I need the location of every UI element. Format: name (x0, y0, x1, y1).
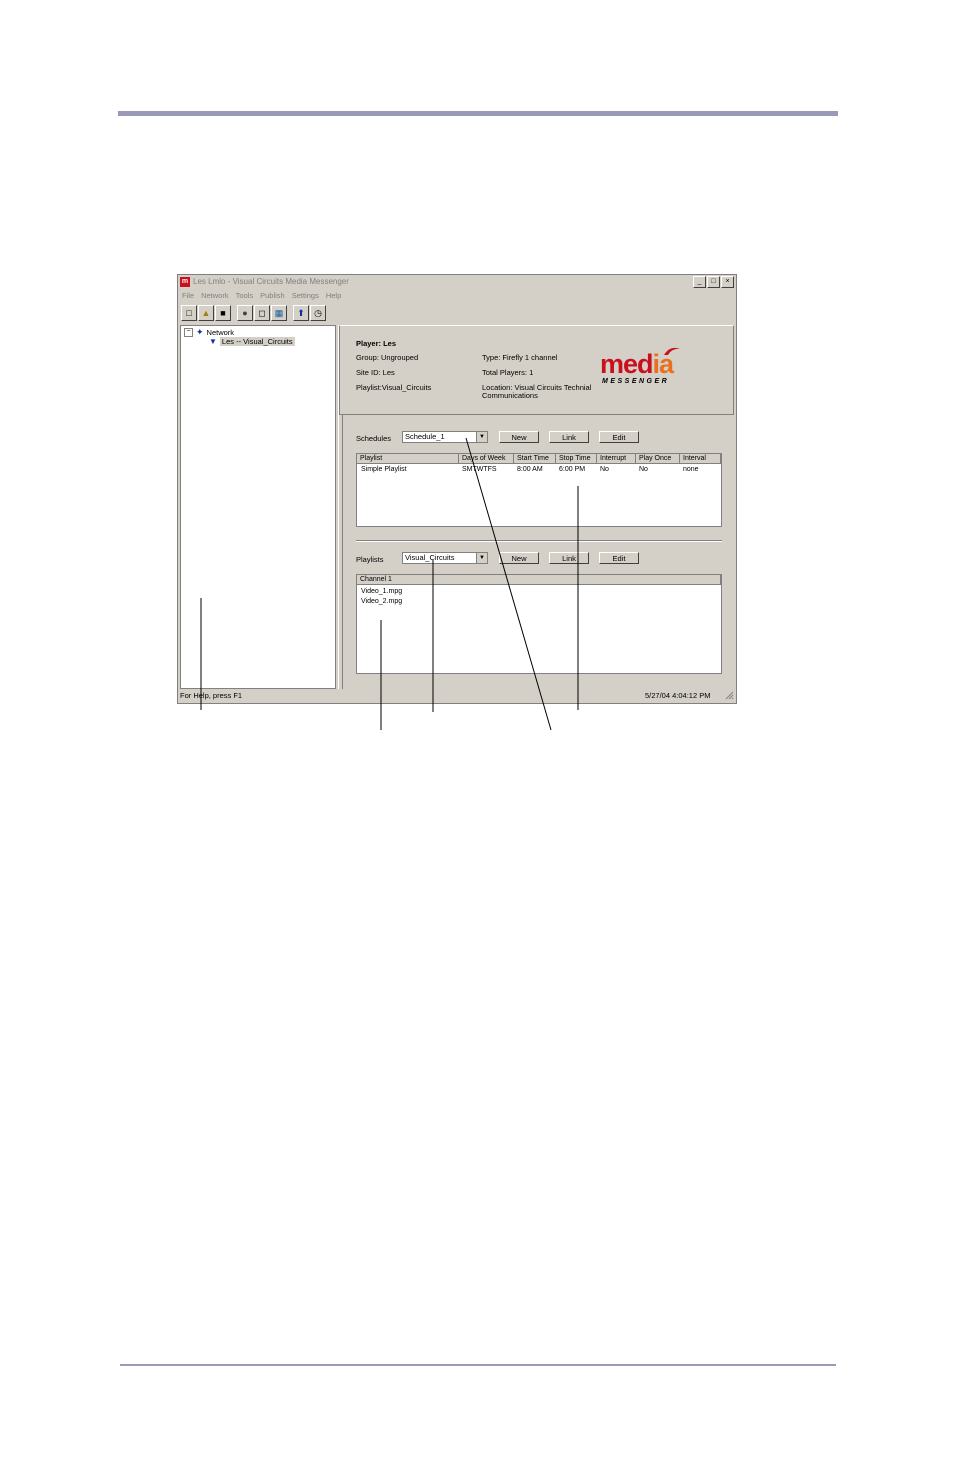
footer-rule (120, 1364, 836, 1366)
maximize-button[interactable]: □ (707, 276, 720, 288)
callout-lines (200, 437, 579, 731)
menu-publish[interactable]: Publish (260, 290, 285, 302)
cell-interval: none (683, 466, 699, 473)
header-rule (118, 111, 838, 116)
col-stop[interactable]: Stop Time (556, 454, 597, 464)
player-name: Player: Les (356, 339, 397, 348)
playlist-select[interactable]: Visual_Circuits ▼ (402, 552, 488, 564)
status-datetime: 5/27/04 4:04:12 PM (645, 691, 711, 700)
schedules-label: Schedules (356, 434, 392, 443)
app-window: m Les Lmlo - Visual Circuits Media Messe… (177, 274, 737, 704)
col-days[interactable]: Days of Week (459, 454, 514, 464)
schedule-select[interactable]: Schedule_1 ▼ (402, 431, 488, 443)
tree-node-player[interactable]: ▼ Les -- Visual_Circuits (209, 337, 295, 346)
player-icon: ▼ (209, 337, 217, 346)
playlist-edit-button[interactable]: Edit (599, 552, 639, 564)
list-item[interactable]: Video_1.mpg (361, 588, 402, 595)
col-playlist[interactable]: Playlist (357, 454, 459, 464)
section-divider (356, 540, 722, 542)
col-interrupt[interactable]: Interrupt (597, 454, 636, 464)
menu-settings[interactable]: Settings (292, 290, 319, 302)
schedule-edit-button[interactable]: Edit (599, 431, 639, 443)
schedule-link-button[interactable]: Link (549, 431, 589, 443)
save-icon[interactable]: ■ (215, 305, 231, 321)
player-group: Group: Ungrouped (356, 353, 419, 362)
playlist-items-list[interactable]: Channel 1 Video_1.mpg Video_2.mpg (356, 574, 722, 674)
new-file-icon[interactable]: □ (181, 305, 197, 321)
resize-grip-icon[interactable] (725, 691, 734, 700)
window-controls: _ □ × (693, 276, 734, 288)
status-help-text: For Help, press F1 (180, 691, 243, 700)
cell-play-once: No (639, 466, 648, 473)
upload-icon[interactable]: ⬆ (293, 305, 309, 321)
logo-subtitle: MESSENGER (602, 378, 670, 385)
network-icon: ✦ (196, 327, 204, 337)
cell-interrupt: No (600, 466, 609, 473)
close-button[interactable]: × (721, 276, 734, 288)
menu-help[interactable]: Help (326, 290, 341, 302)
collapse-icon[interactable]: − (184, 328, 193, 337)
toolbar: □ ▲ ■ ● ◻ ▦ ⬆ ◷ (181, 305, 326, 321)
playlist-link-button[interactable]: Link (549, 552, 589, 564)
cell-playlist: Simple Playlist (361, 466, 407, 473)
tree-label-network: Network (206, 328, 235, 337)
title-bar[interactable]: m Les Lmlo - Visual Circuits Media Messe… (178, 275, 736, 289)
menu-tools[interactable]: Tools (236, 290, 254, 302)
col-play-once[interactable]: Play Once (636, 454, 680, 464)
status-bar: For Help, press F1 5/27/04 4:04:12 PM (178, 689, 736, 703)
network-tree[interactable]: − ✦ Network ▼ Les -- Visual_Circuits (180, 325, 336, 689)
logo-wordmark: media (600, 349, 674, 379)
player-playlist: Playlist:Visual_Circuits (356, 383, 432, 392)
player-info-panel: Player: Les Group: Ungrouped Site ID: Le… (339, 325, 734, 415)
app-icon: m (180, 277, 190, 287)
playlist-list-header: Channel 1 (357, 575, 721, 585)
schedule-new-button[interactable]: New (499, 431, 539, 443)
player-location-line2: Communications (482, 391, 538, 400)
menu-bar: File Network Tools Publish Settings Help (182, 290, 341, 302)
clock-icon[interactable]: ◷ (310, 305, 326, 321)
cell-start: 8:00 AM (517, 466, 543, 473)
col-start[interactable]: Start Time (514, 454, 556, 464)
schedule-table-header: Playlist Days of Week Start Time Stop Ti… (357, 454, 721, 464)
playlist-new-button[interactable]: New (499, 552, 539, 564)
cell-days: SMTWTFS (462, 466, 497, 473)
menu-network[interactable]: Network (201, 290, 229, 302)
dropdown-arrow-icon[interactable]: ▼ (476, 432, 487, 442)
schedule-table[interactable]: Playlist Days of Week Start Time Stop Ti… (356, 453, 722, 527)
cell-stop: 6:00 PM (559, 466, 586, 473)
tree-label-player: Les -- Visual_Circuits (219, 337, 295, 346)
col-channel-1[interactable]: Channel 1 (357, 575, 721, 585)
media-messenger-logo: media MESSENGER (600, 346, 695, 391)
window-title: Les Lmlo - Visual Circuits Media Messeng… (193, 277, 349, 286)
screen-layout-icon[interactable]: ▦ (271, 305, 287, 321)
playlist-select-value: Visual_Circuits (405, 553, 455, 562)
playlists-label: Playlists (356, 555, 384, 564)
minimize-button[interactable]: _ (693, 276, 706, 288)
total-players: Total Players: 1 (482, 368, 534, 377)
open-folder-icon[interactable]: ▲ (198, 305, 214, 321)
menu-file[interactable]: File (182, 290, 194, 302)
player-site-id: Site ID: Les (356, 368, 395, 377)
col-interval[interactable]: Interval (680, 454, 721, 464)
record-icon[interactable]: ● (237, 305, 253, 321)
blank-window-icon[interactable]: ◻ (254, 305, 270, 321)
player-type: Type: Firefly 1 channel (482, 353, 558, 362)
dropdown-arrow-icon[interactable]: ▼ (476, 553, 487, 563)
schedule-select-value: Schedule_1 (405, 432, 445, 441)
list-item[interactable]: Video_2.mpg (361, 598, 402, 605)
